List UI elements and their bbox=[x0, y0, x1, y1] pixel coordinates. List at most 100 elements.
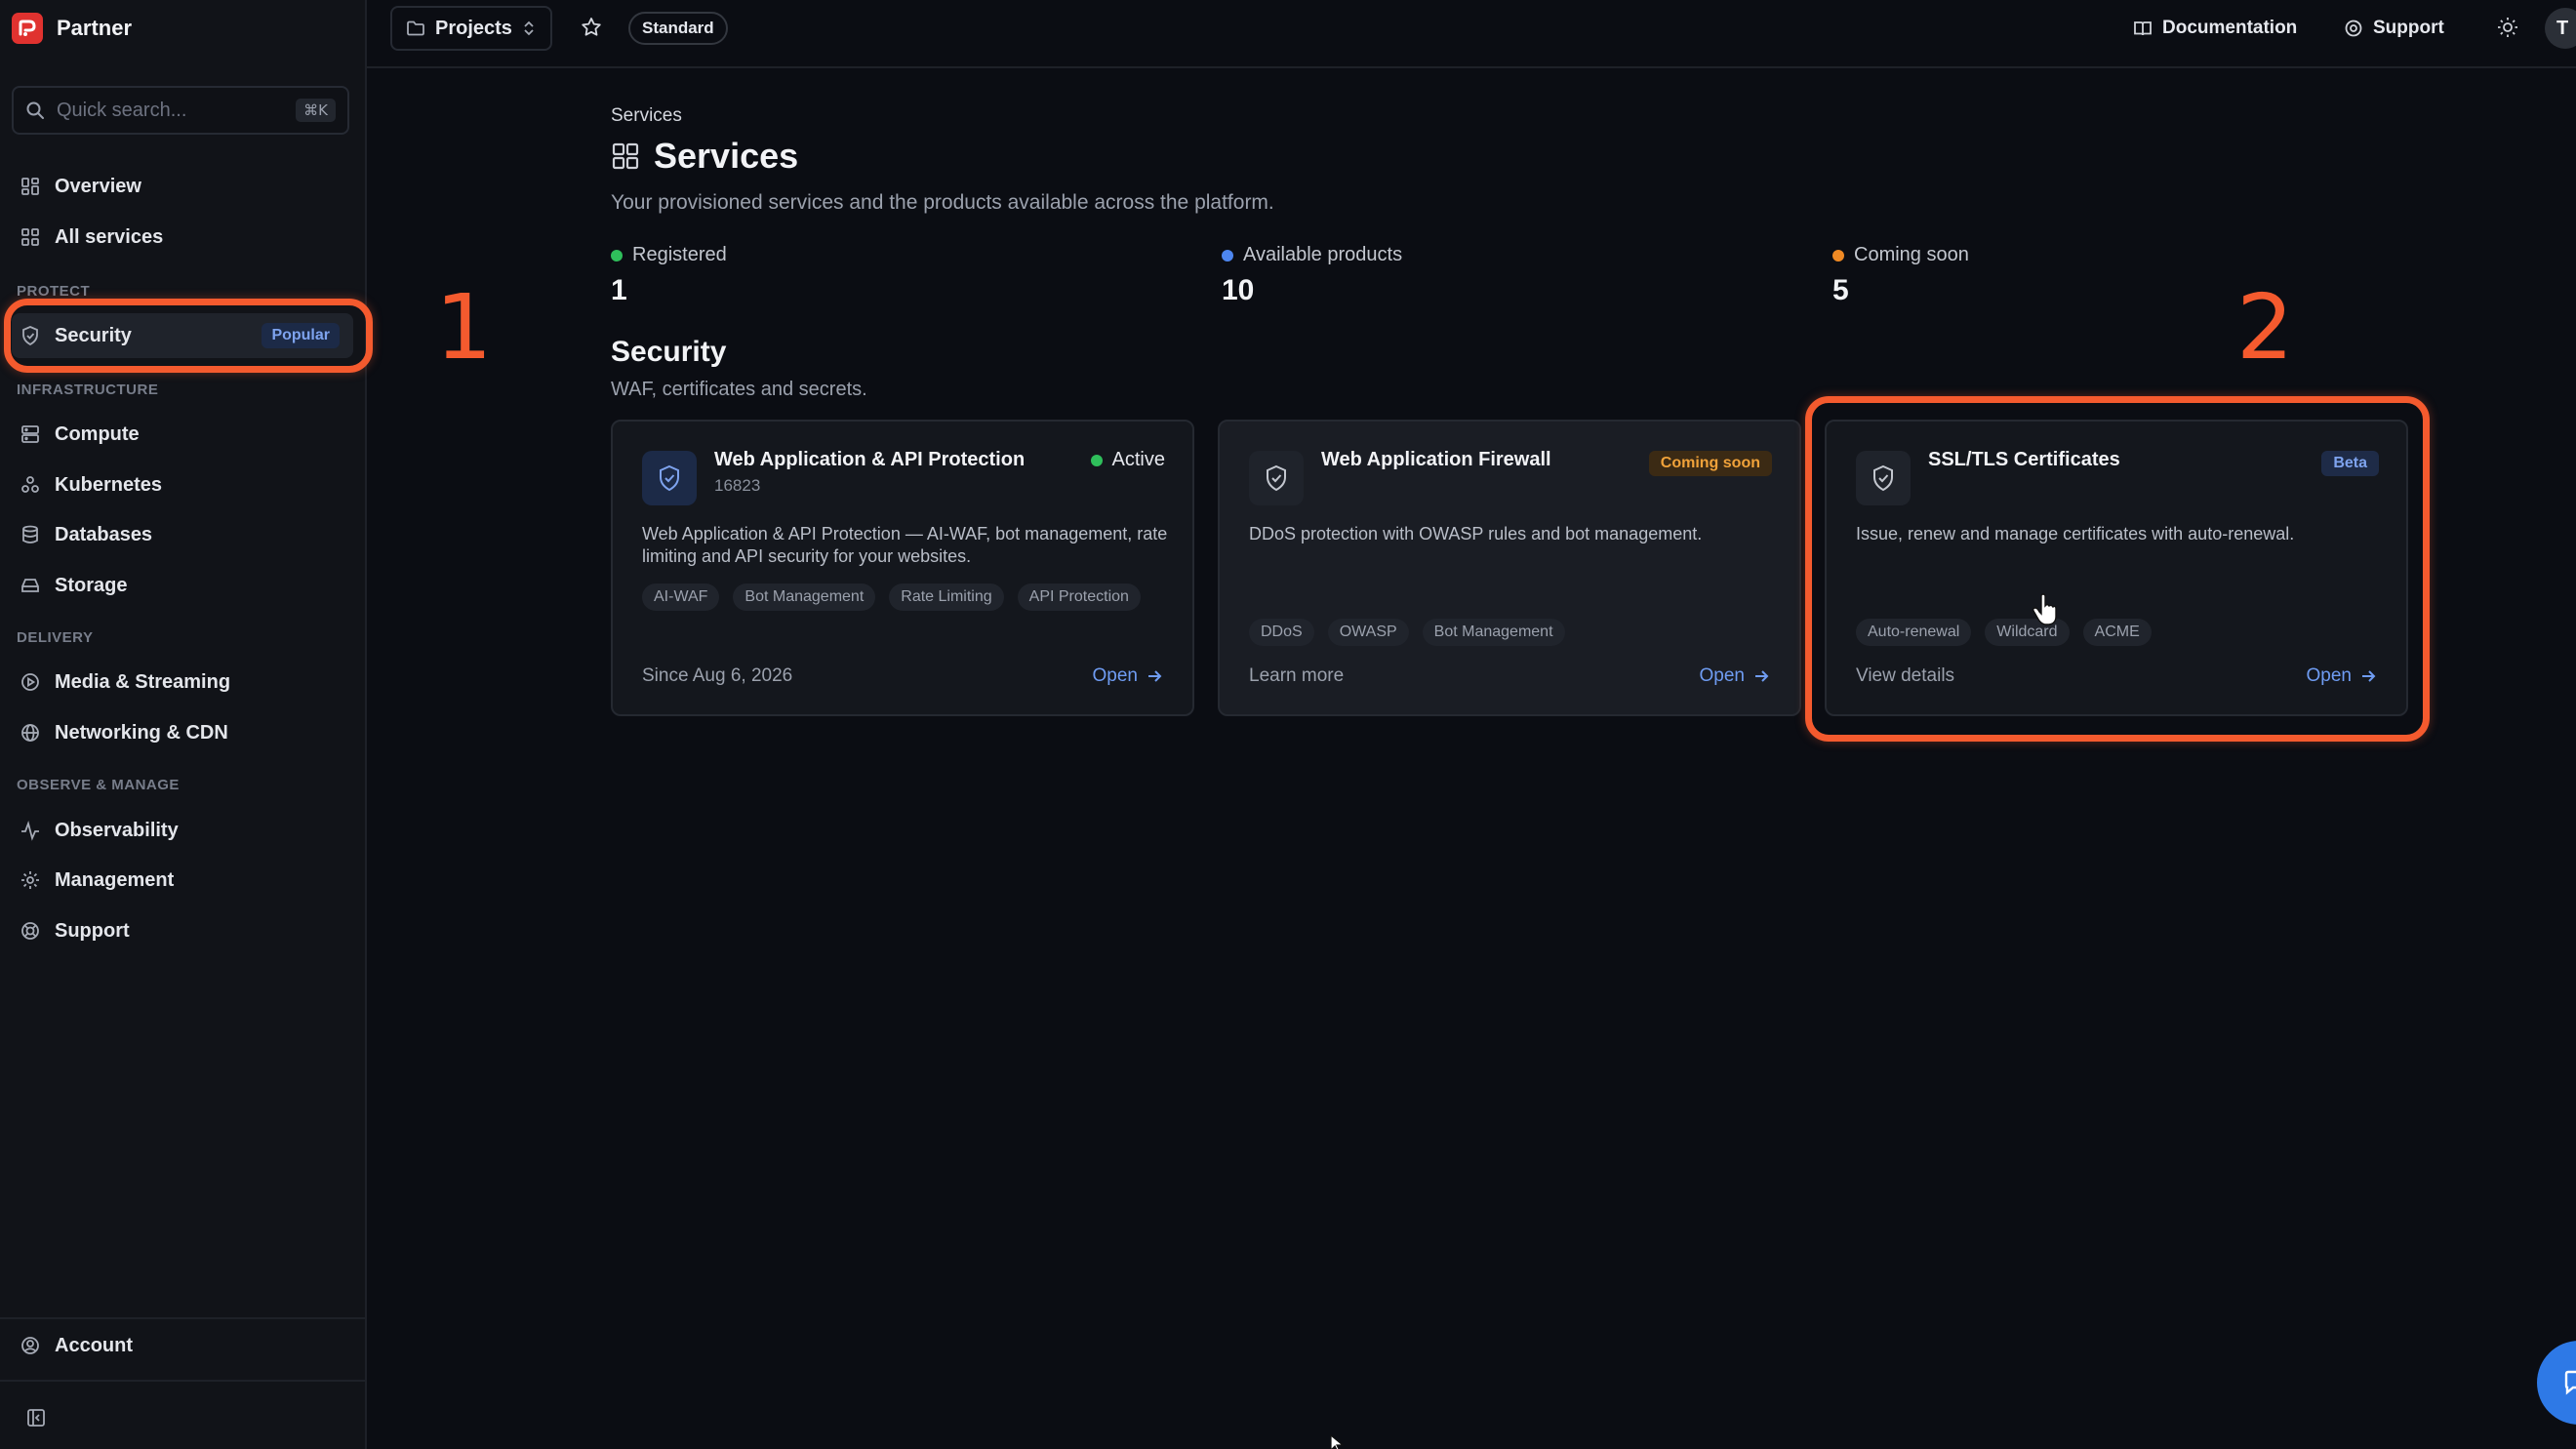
status-label: Active bbox=[1111, 449, 1165, 470]
sidebar-item-networking-cdn[interactable]: Networking & CDN bbox=[12, 710, 353, 755]
sidebar-item-label: All services bbox=[55, 225, 164, 248]
open-link[interactable]: Open bbox=[1093, 665, 1163, 687]
brand[interactable]: Partner bbox=[12, 12, 132, 45]
support-label: Support bbox=[2373, 18, 2444, 38]
database-icon bbox=[22, 525, 38, 543]
avatar[interactable]: T bbox=[2545, 8, 2576, 49]
storage-icon bbox=[21, 579, 39, 592]
support-link[interactable]: Support bbox=[2344, 14, 2444, 43]
project-selector-label: Projects bbox=[435, 17, 512, 39]
card-title: Web Application Firewall bbox=[1321, 449, 1551, 470]
sidebar-item-media-streaming[interactable]: Media & Streaming bbox=[12, 660, 353, 704]
tag-list: AI-WAF Bot Management Rate Limiting API … bbox=[642, 584, 1188, 611]
kubernetes-icon bbox=[21, 476, 39, 493]
quick-search-input[interactable]: Quick search... ⌘K bbox=[12, 86, 349, 135]
search-icon bbox=[26, 101, 44, 119]
annotation-ring-2 bbox=[1805, 396, 2430, 742]
stat-coming-soon: Coming soon 5 bbox=[1832, 244, 1969, 307]
open-label: Open bbox=[1699, 665, 1745, 686]
page-title-text: Services bbox=[654, 136, 799, 176]
sidebar-item-label: Networking & CDN bbox=[55, 721, 228, 744]
star-icon[interactable] bbox=[580, 16, 603, 39]
sidebar-item-label: Overview bbox=[55, 175, 141, 197]
sidebar: Partner Quick search... ⌘K Overview All … bbox=[0, 0, 367, 1449]
brand-name: Partner bbox=[57, 16, 133, 40]
sidebar-item-label: Management bbox=[55, 868, 175, 891]
tag: DDoS bbox=[1249, 619, 1314, 646]
sidebar-divider bbox=[0, 1380, 365, 1382]
sidebar-item-overview[interactable]: Overview bbox=[12, 164, 353, 209]
sidebar-item-label: Compute bbox=[55, 423, 140, 445]
service-card-waap[interactable]: Web Application & API Protection 16823 A… bbox=[611, 420, 1194, 716]
sidebar-item-label: Storage bbox=[55, 574, 128, 596]
chat-button[interactable] bbox=[2537, 1341, 2576, 1425]
sidebar-item-kubernetes[interactable]: Kubernetes bbox=[12, 463, 353, 507]
section-title-infrastructure: INFRASTRUCTURE bbox=[17, 382, 159, 398]
search-shortcut: ⌘K bbox=[296, 99, 336, 122]
stat-value: 10 bbox=[1222, 274, 1255, 306]
sun-icon[interactable] bbox=[2496, 16, 2519, 39]
tag: Bot Management bbox=[1422, 619, 1565, 646]
card-description: DDoS protection with OWASP rules and bot… bbox=[1249, 524, 1703, 543]
search-placeholder: Quick search... bbox=[57, 99, 187, 121]
documentation-link[interactable]: Documentation bbox=[2133, 14, 2297, 43]
arrow-right-icon bbox=[1755, 670, 1769, 682]
grid-icon bbox=[21, 178, 39, 195]
sidebar-item-label: Kubernetes bbox=[55, 473, 163, 496]
sidebar-item-management[interactable]: Management bbox=[12, 858, 353, 903]
section-title: Security bbox=[611, 336, 727, 368]
open-link[interactable]: Open bbox=[1700, 665, 1770, 687]
sidebar-item-compute[interactable]: Compute bbox=[12, 412, 353, 457]
stat-label: Registered bbox=[632, 244, 727, 265]
service-card-waf[interactable]: Web Application Firewall Coming soon DDo… bbox=[1218, 420, 1801, 716]
apps-icon bbox=[612, 142, 639, 170]
tag: OWASP bbox=[1327, 619, 1409, 646]
tag: Rate Limiting bbox=[889, 584, 1004, 611]
card-icon bbox=[642, 451, 697, 505]
gear-icon bbox=[21, 871, 39, 889]
status-dot bbox=[1090, 454, 1103, 466]
server-icon bbox=[21, 425, 39, 443]
play-icon bbox=[21, 673, 39, 691]
sidebar-item-databases[interactable]: Databases bbox=[12, 512, 353, 557]
section-title-observe-manage: OBSERVE & MANAGE bbox=[17, 777, 180, 793]
lifebuoy-icon bbox=[21, 922, 39, 940]
tag: AI-WAF bbox=[642, 584, 720, 611]
breadcrumb[interactable]: Services bbox=[611, 105, 682, 127]
section-description: WAF, certificates and secrets. bbox=[611, 379, 867, 400]
annotation-ring-1 bbox=[4, 299, 373, 373]
collapse-sidebar-icon[interactable] bbox=[25, 1407, 47, 1429]
stat-value: 5 bbox=[1832, 274, 1849, 306]
sidebar-item-support[interactable]: Support bbox=[12, 908, 353, 953]
arrow-right-icon bbox=[1148, 670, 1162, 682]
stat-label: Available products bbox=[1243, 244, 1403, 265]
status-badge: Active bbox=[1090, 449, 1165, 471]
user-circle-icon bbox=[21, 1337, 39, 1354]
plan-badge[interactable]: Standard bbox=[628, 12, 728, 45]
annotation-number-2: 2 bbox=[2236, 275, 2294, 380]
sidebar-item-storage[interactable]: Storage bbox=[12, 563, 353, 608]
globe-icon bbox=[21, 724, 39, 742]
section-title-protect: PROTECT bbox=[17, 283, 91, 300]
project-selector[interactable]: Projects bbox=[390, 6, 552, 51]
card-description: Web Application & API Protection — AI-WA… bbox=[642, 524, 1168, 566]
sidebar-item-label: Databases bbox=[55, 523, 153, 545]
stat-label: Coming soon bbox=[1854, 244, 1969, 265]
sidebar-item-account[interactable]: Account bbox=[12, 1323, 353, 1368]
status-dot bbox=[611, 249, 623, 262]
sidebar-item-label: Observability bbox=[55, 819, 179, 841]
tag: API Protection bbox=[1017, 584, 1141, 611]
apps-icon bbox=[21, 228, 39, 246]
shield-icon bbox=[1267, 464, 1286, 492]
sidebar-item-observability[interactable]: Observability bbox=[12, 808, 353, 853]
tag-list: DDoS OWASP Bot Management bbox=[1249, 619, 1795, 646]
documentation-label: Documentation bbox=[2162, 18, 2298, 38]
hand-cursor-icon bbox=[2033, 593, 2057, 625]
annotation-number-1: 1 bbox=[435, 275, 493, 380]
activity-icon bbox=[21, 821, 39, 841]
sidebar-item-label: Support bbox=[55, 919, 130, 942]
stat-available-products: Available products 10 bbox=[1222, 244, 1402, 307]
learn-more-link[interactable]: Learn more bbox=[1249, 665, 1344, 687]
page-title: Services bbox=[611, 135, 798, 178]
sidebar-item-all-services[interactable]: All services bbox=[12, 215, 353, 260]
